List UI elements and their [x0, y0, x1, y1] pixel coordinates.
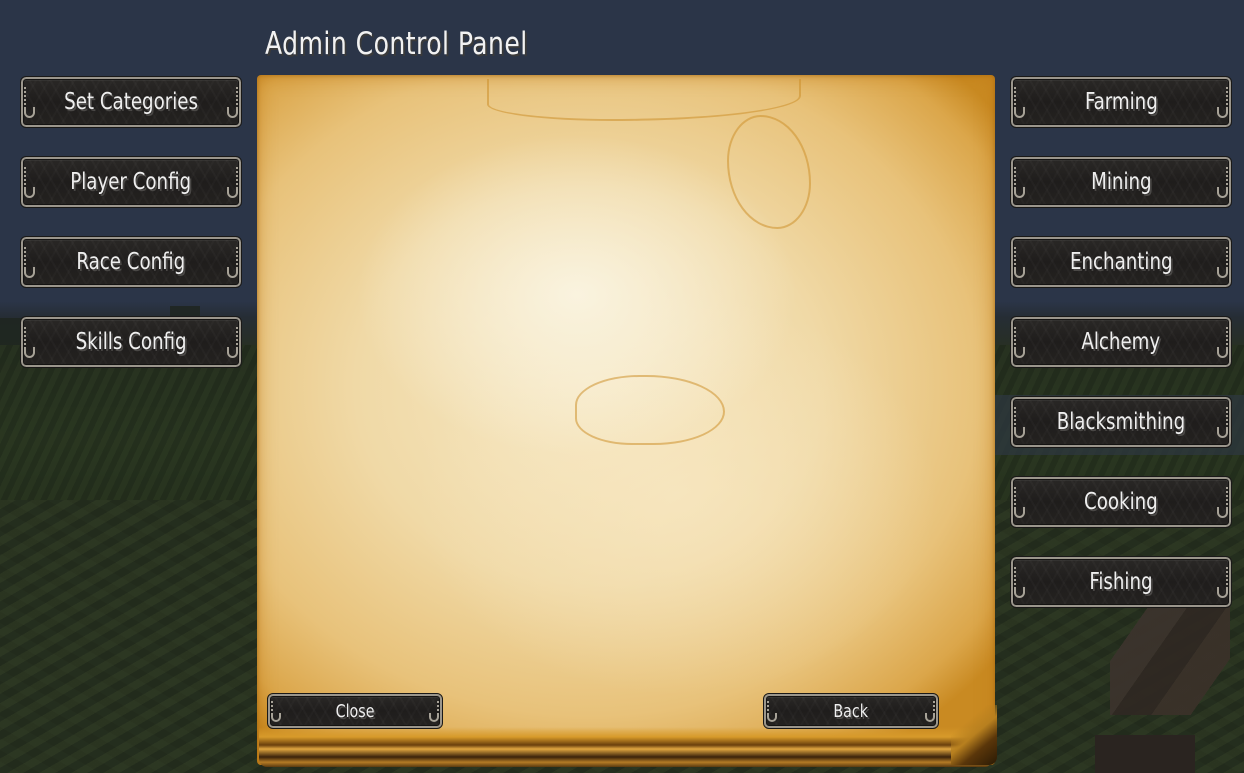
- hook-ornament: [925, 713, 935, 722]
- chain-ornament: [1014, 327, 1016, 347]
- hook-ornament: [227, 187, 238, 198]
- chain-ornament: [1014, 567, 1016, 587]
- alchemy-button[interactable]: Alchemy: [1010, 316, 1232, 368]
- hook-ornament: [227, 347, 238, 358]
- parchment-stain: [727, 115, 811, 229]
- hook-ornament: [24, 187, 35, 198]
- chain-ornament: [236, 247, 238, 267]
- race-config-button[interactable]: Race Config: [20, 236, 242, 288]
- hook-ornament: [1014, 187, 1025, 198]
- close-button[interactable]: Close: [267, 693, 443, 729]
- hook-ornament: [429, 713, 439, 722]
- hook-ornament: [1217, 427, 1228, 438]
- button-label: Close: [335, 700, 375, 722]
- farming-button[interactable]: Farming: [1010, 76, 1232, 128]
- chain-ornament: [24, 327, 26, 347]
- button-label: Skills Config: [75, 329, 187, 355]
- hook-ornament: [24, 347, 35, 358]
- hook-ornament: [227, 267, 238, 278]
- skills-config-button[interactable]: Skills Config: [20, 316, 242, 368]
- parchment-bottom-edge: [259, 727, 991, 767]
- button-label: Enchanting: [1069, 249, 1173, 275]
- button-label: Player Config: [70, 169, 192, 195]
- hook-ornament: [1217, 587, 1228, 598]
- wooden-post-lower: [1095, 735, 1195, 773]
- chain-ornament: [24, 247, 26, 267]
- parchment-stain: [575, 375, 725, 445]
- chain-ornament: [1226, 407, 1228, 427]
- hook-ornament: [1217, 187, 1228, 198]
- hook-ornament: [24, 107, 35, 118]
- back-button[interactable]: Back: [763, 693, 939, 729]
- chain-ornament: [1014, 87, 1016, 107]
- chain-ornament: [24, 87, 26, 107]
- hook-ornament: [1014, 507, 1025, 518]
- chain-ornament: [1226, 247, 1228, 267]
- button-label: Back: [833, 700, 869, 722]
- hook-ornament: [1014, 267, 1025, 278]
- chain-ornament: [236, 327, 238, 347]
- chain-ornament: [1226, 487, 1228, 507]
- button-label: Mining: [1090, 169, 1152, 195]
- hook-ornament: [1217, 267, 1228, 278]
- fishing-button[interactable]: Fishing: [1010, 556, 1232, 608]
- page-title: Admin Control Panel: [265, 26, 528, 62]
- chain-ornament: [1226, 167, 1228, 187]
- parchment-panel: [257, 75, 997, 767]
- chain-ornament: [236, 167, 238, 187]
- chain-ornament: [1014, 167, 1016, 187]
- hook-ornament: [271, 713, 281, 722]
- chain-ornament: [1014, 247, 1016, 267]
- cooking-button[interactable]: Cooking: [1010, 476, 1232, 528]
- hook-ornament: [1217, 107, 1228, 118]
- chain-ornament: [1226, 567, 1228, 587]
- hook-ornament: [1014, 107, 1025, 118]
- button-label: Set Categories: [64, 89, 198, 115]
- hook-ornament: [1217, 347, 1228, 358]
- chain-ornament: [1014, 487, 1016, 507]
- button-label: Cooking: [1084, 489, 1158, 515]
- chain-ornament: [24, 167, 26, 187]
- wooden-post: [1110, 605, 1230, 715]
- button-label: Alchemy: [1081, 329, 1161, 355]
- hook-ornament: [767, 713, 777, 722]
- mining-button[interactable]: Mining: [1010, 156, 1232, 208]
- parchment-curl: [951, 705, 997, 765]
- chain-ornament: [236, 87, 238, 107]
- blacksmithing-button[interactable]: Blacksmithing: [1010, 396, 1232, 448]
- hook-ornament: [227, 107, 238, 118]
- chain-ornament: [1226, 327, 1228, 347]
- enchanting-button[interactable]: Enchanting: [1010, 236, 1232, 288]
- button-label: Race Config: [76, 249, 186, 275]
- button-label: Fishing: [1089, 569, 1153, 595]
- hook-ornament: [1014, 427, 1025, 438]
- hook-ornament: [24, 267, 35, 278]
- set-categories-button[interactable]: Set Categories: [20, 76, 242, 128]
- hook-ornament: [1217, 507, 1228, 518]
- chain-ornament: [1014, 407, 1016, 427]
- button-label: Farming: [1084, 89, 1158, 115]
- hook-ornament: [1014, 347, 1025, 358]
- button-label: Blacksmithing: [1056, 409, 1186, 435]
- player-config-button[interactable]: Player Config: [20, 156, 242, 208]
- chain-ornament: [1226, 87, 1228, 107]
- hook-ornament: [1014, 587, 1025, 598]
